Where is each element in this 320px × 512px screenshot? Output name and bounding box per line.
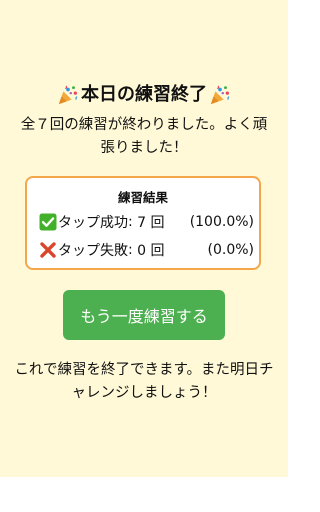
check-mark-icon: [39, 213, 57, 231]
tap-failure-label: タップ失敗: [58, 243, 128, 259]
tap-failure-count: 0 回: [137, 243, 165, 259]
app-screen: 本日の練習終了 全７回の練習が終わりました。よく頑張りました！ 練習結果 タップ…: [0, 0, 288, 477]
results-card: 練習結果 タップ成功 : 7 回 (100.0%) タップ失敗 : 0 回 (0…: [25, 176, 261, 270]
results-title: 練習結果: [117, 190, 168, 205]
party-popper-icon: [210, 85, 230, 105]
retry-practice-button[interactable]: もう一度練習する: [63, 290, 225, 340]
tap-success-count: 7 回: [137, 215, 165, 231]
footer-message: これで練習を終了できます。また明日チャレンジしましょう！: [14, 361, 274, 401]
tap-failure-row: タップ失敗 : 0 回 (0.0%): [39, 239, 254, 261]
tap-success-row: タップ成功 : 7 回 (100.0%): [39, 211, 254, 233]
tap-success-percent: (100.0%): [189, 214, 254, 230]
completion-header: 本日の練習終了 全７回の練習が終わりました。よく頑張りました！: [0, 82, 288, 160]
page-title: 本日の練習終了: [0, 82, 288, 108]
party-popper-icon: [58, 85, 78, 105]
page-title-text: 本日の練習終了: [81, 84, 207, 105]
tap-failure-percent: (0.0%): [207, 242, 255, 258]
completion-message: 全７回の練習が終わりました。よく頑張りました！: [20, 117, 268, 156]
cross-mark-icon: [40, 242, 56, 258]
tap-success-label: タップ成功: [58, 215, 128, 231]
